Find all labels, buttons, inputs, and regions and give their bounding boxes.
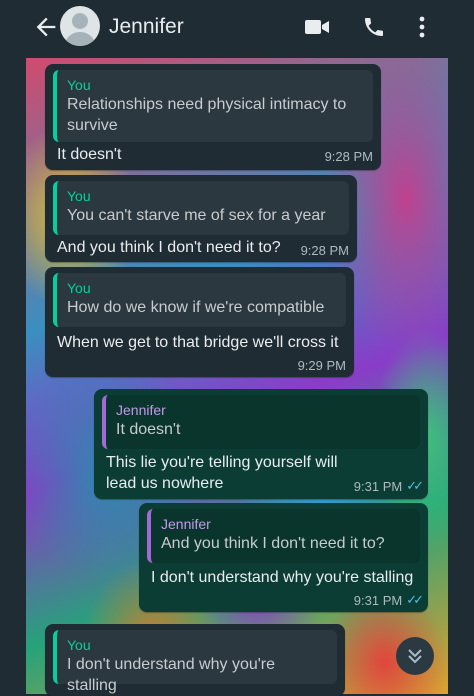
more-vert-icon[interactable]: [416, 15, 428, 39]
timestamp: 9:28 PM: [300, 243, 349, 258]
avatar-icon: [64, 13, 96, 46]
quote-author: You: [67, 77, 91, 93]
video-call-icon[interactable]: [304, 16, 330, 38]
quoted-message[interactable]: You Relationships need physical intimacy…: [53, 70, 373, 142]
message-bubble-incoming[interactable]: You I don't understand why you're stalli…: [45, 624, 345, 696]
message-bubble-outgoing[interactable]: Jennifer It doesn't This lie you're tell…: [94, 389, 428, 499]
quoted-message[interactable]: You I don't understand why you're stalli…: [53, 630, 337, 694]
read-receipt-icon: ✓✓: [406, 478, 424, 493]
phone-icon[interactable]: [362, 15, 386, 39]
quote-text: You can't starve me of sex for a year: [67, 207, 326, 224]
message-time: 9:31 PM ✓✓: [353, 478, 424, 494]
quote-author: You: [67, 280, 91, 296]
message-time: 9:28 PM: [325, 149, 373, 164]
quoted-message[interactable]: Jennifer And you think I don't need it t…: [147, 509, 420, 563]
message-text: And you think I don't need it to?: [57, 239, 281, 256]
quote-text: And you think I don't need it to?: [161, 535, 385, 552]
quoted-message[interactable]: Jennifer It doesn't: [102, 395, 420, 449]
quote-author: You: [67, 188, 91, 204]
quote-author: Jennifer: [161, 516, 211, 532]
message-bubble-incoming[interactable]: You You can't starve me of sex for a yea…: [45, 175, 357, 262]
message-time: 9:28 PM: [301, 243, 349, 258]
timestamp: 9:31 PM: [353, 592, 403, 608]
double-chevron-down-icon: [408, 649, 422, 664]
quote-text: It doesn't: [116, 421, 181, 438]
contact-name[interactable]: Jennifer: [109, 15, 184, 39]
message-text: This lie you're telling yourself will le…: [106, 454, 338, 492]
read-receipt-icon: ✓✓: [406, 592, 424, 607]
message-text: When we get to that bridge we'll cross i…: [57, 334, 339, 351]
message-time: 9:29 PM: [298, 358, 346, 373]
quoted-message[interactable]: You You can't starve me of sex for a yea…: [53, 181, 349, 235]
quote-text: I don't understand why you're stalling: [67, 656, 276, 694]
message-bubble-incoming[interactable]: You Relationships need physical intimacy…: [45, 64, 381, 170]
message-text: I don't understand why you're stalling: [151, 569, 414, 586]
message-text: It doesn't: [57, 146, 122, 163]
quote-author: You: [67, 637, 91, 653]
timestamp: 9:31 PM: [353, 478, 403, 494]
message-bubble-incoming[interactable]: You How do we know if we're compatible W…: [45, 267, 354, 377]
avatar[interactable]: [60, 6, 100, 46]
back-arrow-icon[interactable]: [32, 13, 60, 41]
quote-author: Jennifer: [116, 402, 166, 418]
quote-text: How do we know if we're compatible: [67, 299, 325, 316]
quote-text: Relationships need physical intimacy to …: [67, 96, 347, 134]
chat-header: Jennifer: [0, 0, 474, 54]
message-time: 9:31 PM ✓✓: [353, 592, 424, 608]
scroll-to-bottom-button[interactable]: [396, 637, 434, 675]
timestamp: 9:28 PM: [324, 149, 373, 164]
timestamp: 9:29 PM: [297, 358, 346, 373]
message-bubble-outgoing[interactable]: Jennifer And you think I don't need it t…: [139, 503, 428, 612]
quoted-message[interactable]: You How do we know if we're compatible: [53, 273, 346, 327]
